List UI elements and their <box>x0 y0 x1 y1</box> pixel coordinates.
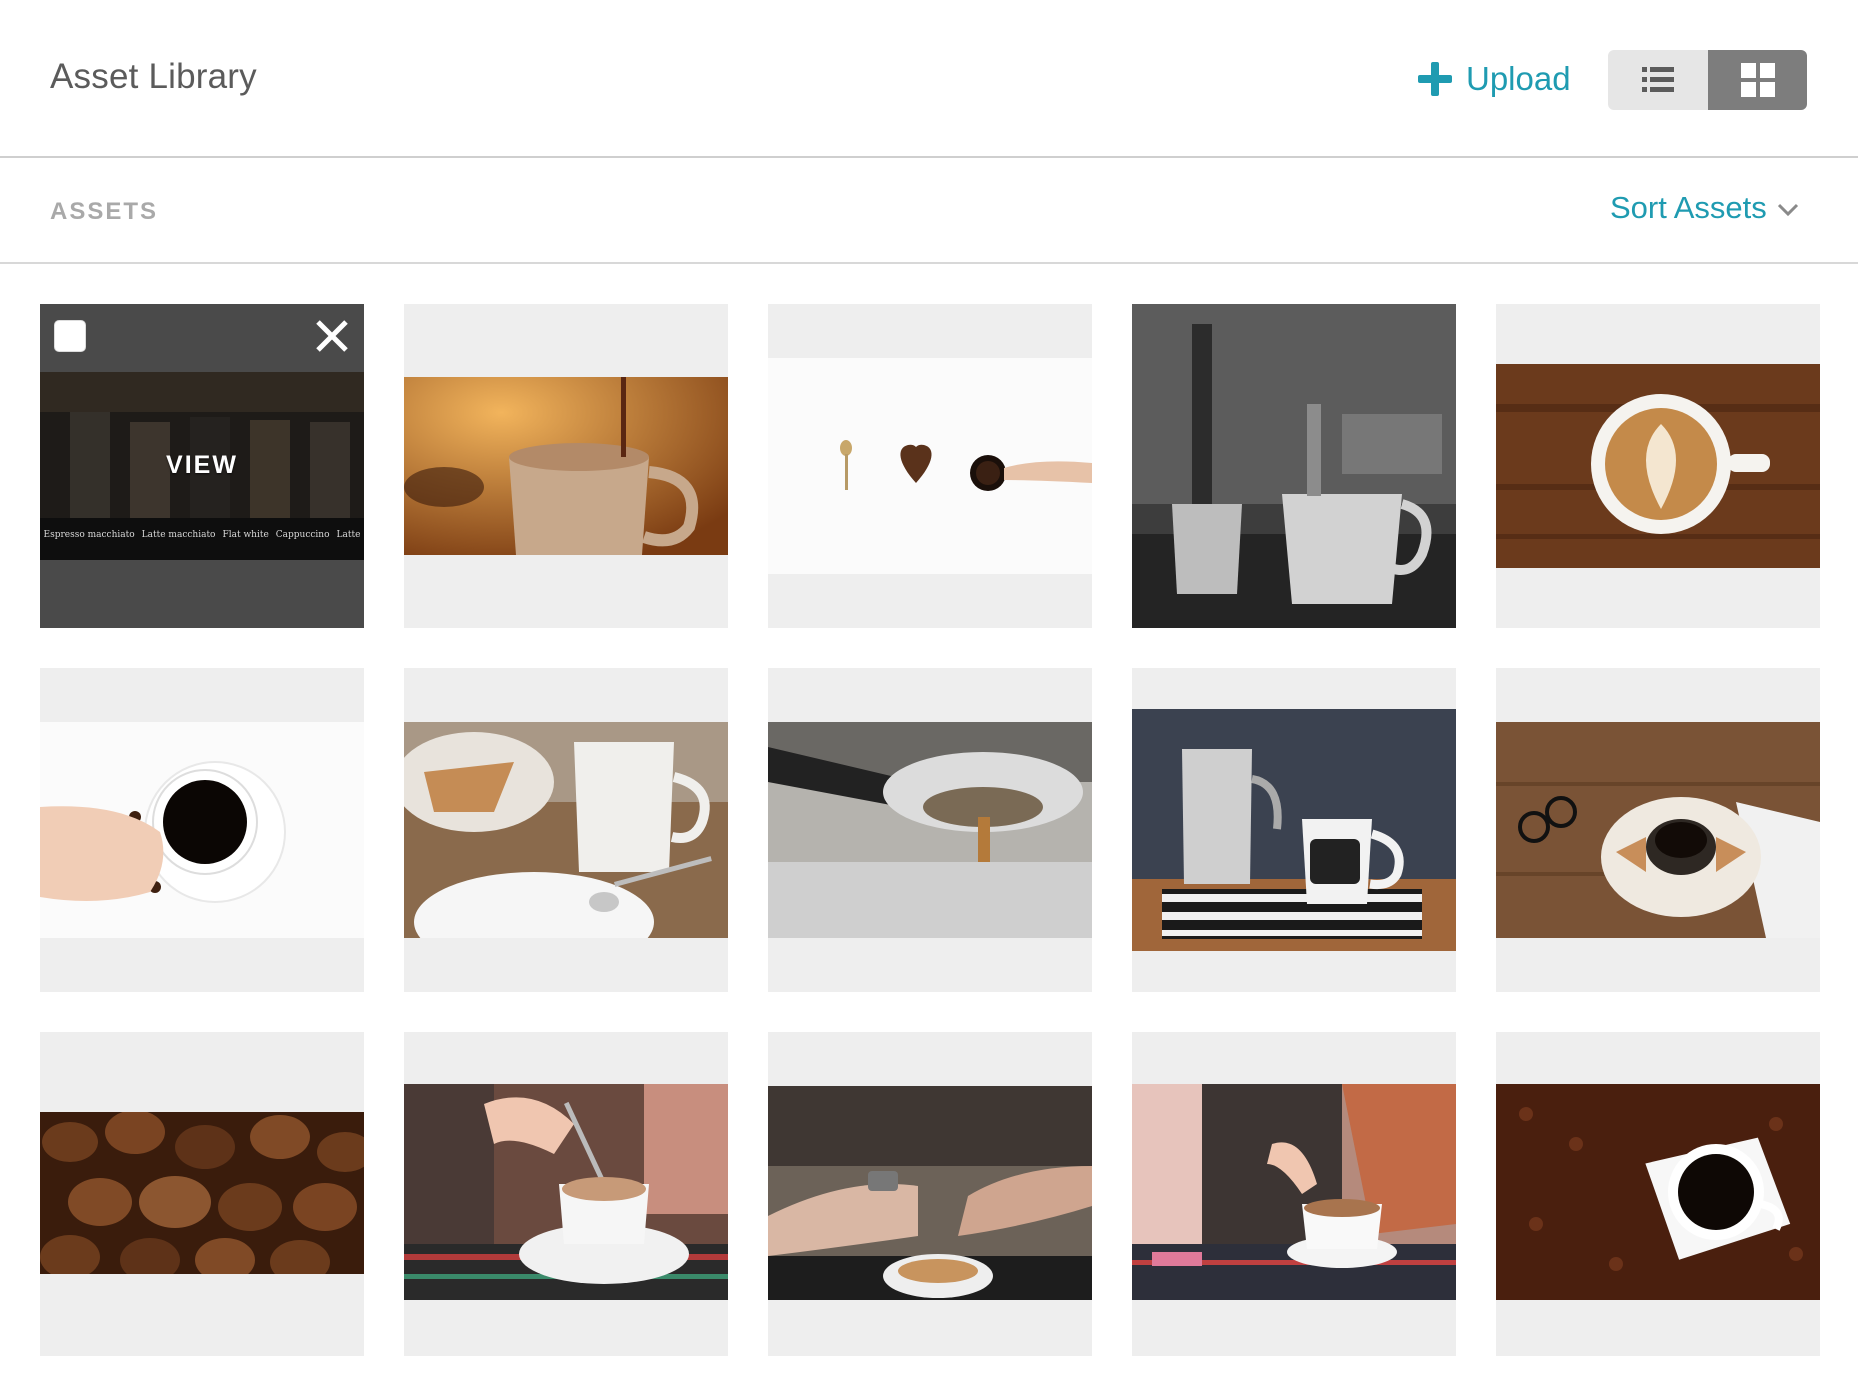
asset-tile[interactable] <box>1496 1032 1820 1356</box>
asset-tile[interactable] <box>40 1032 364 1356</box>
sort-label: Sort Assets <box>1610 190 1767 225</box>
asset-thumbnail <box>1496 364 1820 568</box>
view-toggle <box>1608 50 1807 110</box>
asset-tile[interactable] <box>1132 668 1456 992</box>
page-title: Asset Library <box>50 57 257 96</box>
asset-thumbnail <box>1132 304 1456 628</box>
menu-item: Flat white <box>222 529 269 540</box>
chevron-down-icon <box>1777 203 1798 217</box>
upload-button[interactable]: Upload <box>1418 58 1571 100</box>
menu-item: Espresso macchiato <box>43 529 135 540</box>
asset-tile[interactable] <box>768 304 1092 628</box>
menu-item: Cappuccino <box>275 529 330 540</box>
app-header: Asset Library Upload <box>0 0 1858 158</box>
menu-board-text: Espresso macchiato Latte macchiato Flat … <box>40 518 364 552</box>
grid-icon <box>1740 63 1775 97</box>
asset-thumbnail <box>404 377 728 555</box>
asset-tile[interactable] <box>404 1032 728 1356</box>
upload-label: Upload <box>1466 60 1571 97</box>
asset-thumbnail <box>40 722 364 938</box>
asset-tile[interactable]: VIEW Espresso macchiato Latte macchiato … <box>40 304 364 628</box>
select-checkbox[interactable] <box>54 320 86 352</box>
asset-thumbnail <box>1132 709 1456 951</box>
asset-thumbnail <box>404 1084 728 1300</box>
assets-toolbar: ASSETS Sort Assets <box>0 160 1858 264</box>
plus-icon <box>1418 62 1452 96</box>
view-overlay-label[interactable]: VIEW <box>40 451 364 480</box>
asset-tile[interactable] <box>768 1032 1092 1356</box>
asset-tile[interactable] <box>768 668 1092 992</box>
close-icon[interactable] <box>312 316 352 356</box>
asset-thumbnail <box>768 358 1092 574</box>
asset-thumbnail <box>1496 1084 1820 1300</box>
list-icon <box>1642 67 1674 92</box>
menu-item: Latte <box>336 529 361 540</box>
menu-item: Latte macchiato <box>141 529 216 540</box>
asset-thumbnail <box>768 1086 1092 1300</box>
asset-thumbnail <box>768 722 1092 938</box>
asset-tile[interactable] <box>404 304 728 628</box>
asset-thumbnail <box>404 722 728 938</box>
asset-thumbnail <box>1496 722 1820 938</box>
asset-tile[interactable] <box>40 668 364 992</box>
asset-thumbnail <box>40 1112 364 1274</box>
sort-assets-dropdown[interactable]: Sort Assets <box>1610 190 1799 226</box>
asset-tile[interactable] <box>404 668 728 992</box>
grid-view-button[interactable] <box>1708 50 1807 110</box>
asset-tile[interactable] <box>1496 304 1820 628</box>
asset-tile[interactable] <box>1496 668 1820 992</box>
asset-thumbnail <box>1132 1084 1456 1300</box>
asset-tile[interactable] <box>1132 1032 1456 1356</box>
asset-tile[interactable] <box>1132 304 1456 628</box>
list-view-button[interactable] <box>1608 50 1708 110</box>
section-label: ASSETS <box>50 198 159 225</box>
